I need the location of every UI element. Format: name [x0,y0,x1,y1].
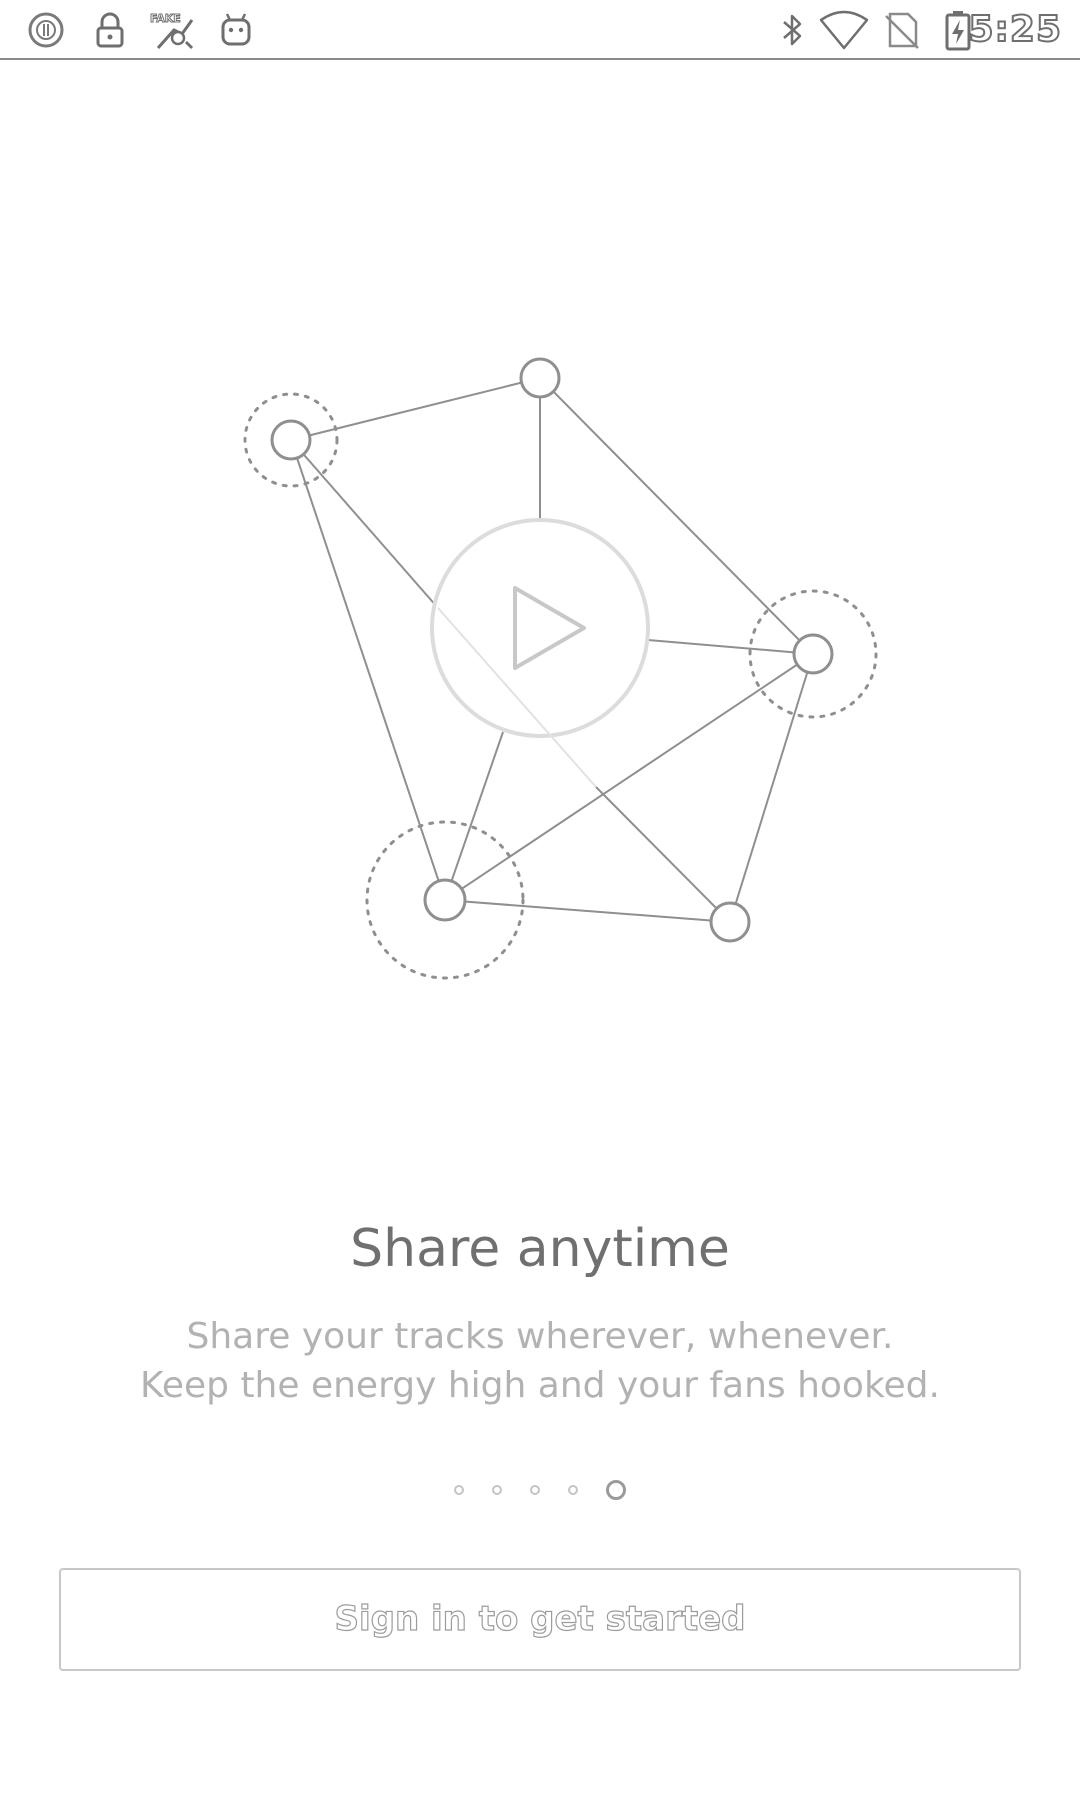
network-node [270,419,312,461]
lock-icon [88,8,132,52]
sign-in-button[interactable]: Sign in to get started [59,1568,1021,1671]
network-link [595,786,731,923]
onboarding-subtitle-line-2: Keep the energy high and your fans hooke… [140,1365,940,1406]
network-node [709,901,751,943]
svg-text:FAKE: FAKE [150,12,181,25]
circle-notification-icon [24,8,68,52]
network-link [444,899,731,923]
play-button-circle [430,518,650,738]
page-indicator [0,1480,1080,1506]
clock-time: 5:25 [967,8,1062,51]
network-link [647,639,814,655]
android-icon [214,8,258,52]
share-network-illustration [0,60,1080,1060]
status-bar: FAKE 5:25 [0,0,1080,60]
network-node [519,357,561,399]
page-dot-1 [454,1485,464,1495]
network-link [290,439,439,609]
network-link [729,653,814,923]
network-link [290,439,446,901]
network-node [792,633,834,675]
page-dot-5-active [606,1480,626,1500]
bluetooth-icon [770,8,814,52]
network-node [423,878,467,922]
onboarding-subtitle: Share your tracks wherever, whenever. Ke… [0,1312,1080,1410]
page-dot-2 [492,1485,502,1495]
wifi-icon [818,8,870,52]
no-sim-icon [880,8,924,52]
network-link [444,731,504,901]
page-dot-3 [530,1485,540,1495]
onboarding-title: Share anytime [350,1219,730,1279]
page-dot-4 [568,1485,578,1495]
fake-gps-icon: FAKE [148,8,200,52]
network-link [290,377,541,441]
onboarding-subtitle-line-1: Share your tracks wherever, whenever. [186,1316,894,1357]
